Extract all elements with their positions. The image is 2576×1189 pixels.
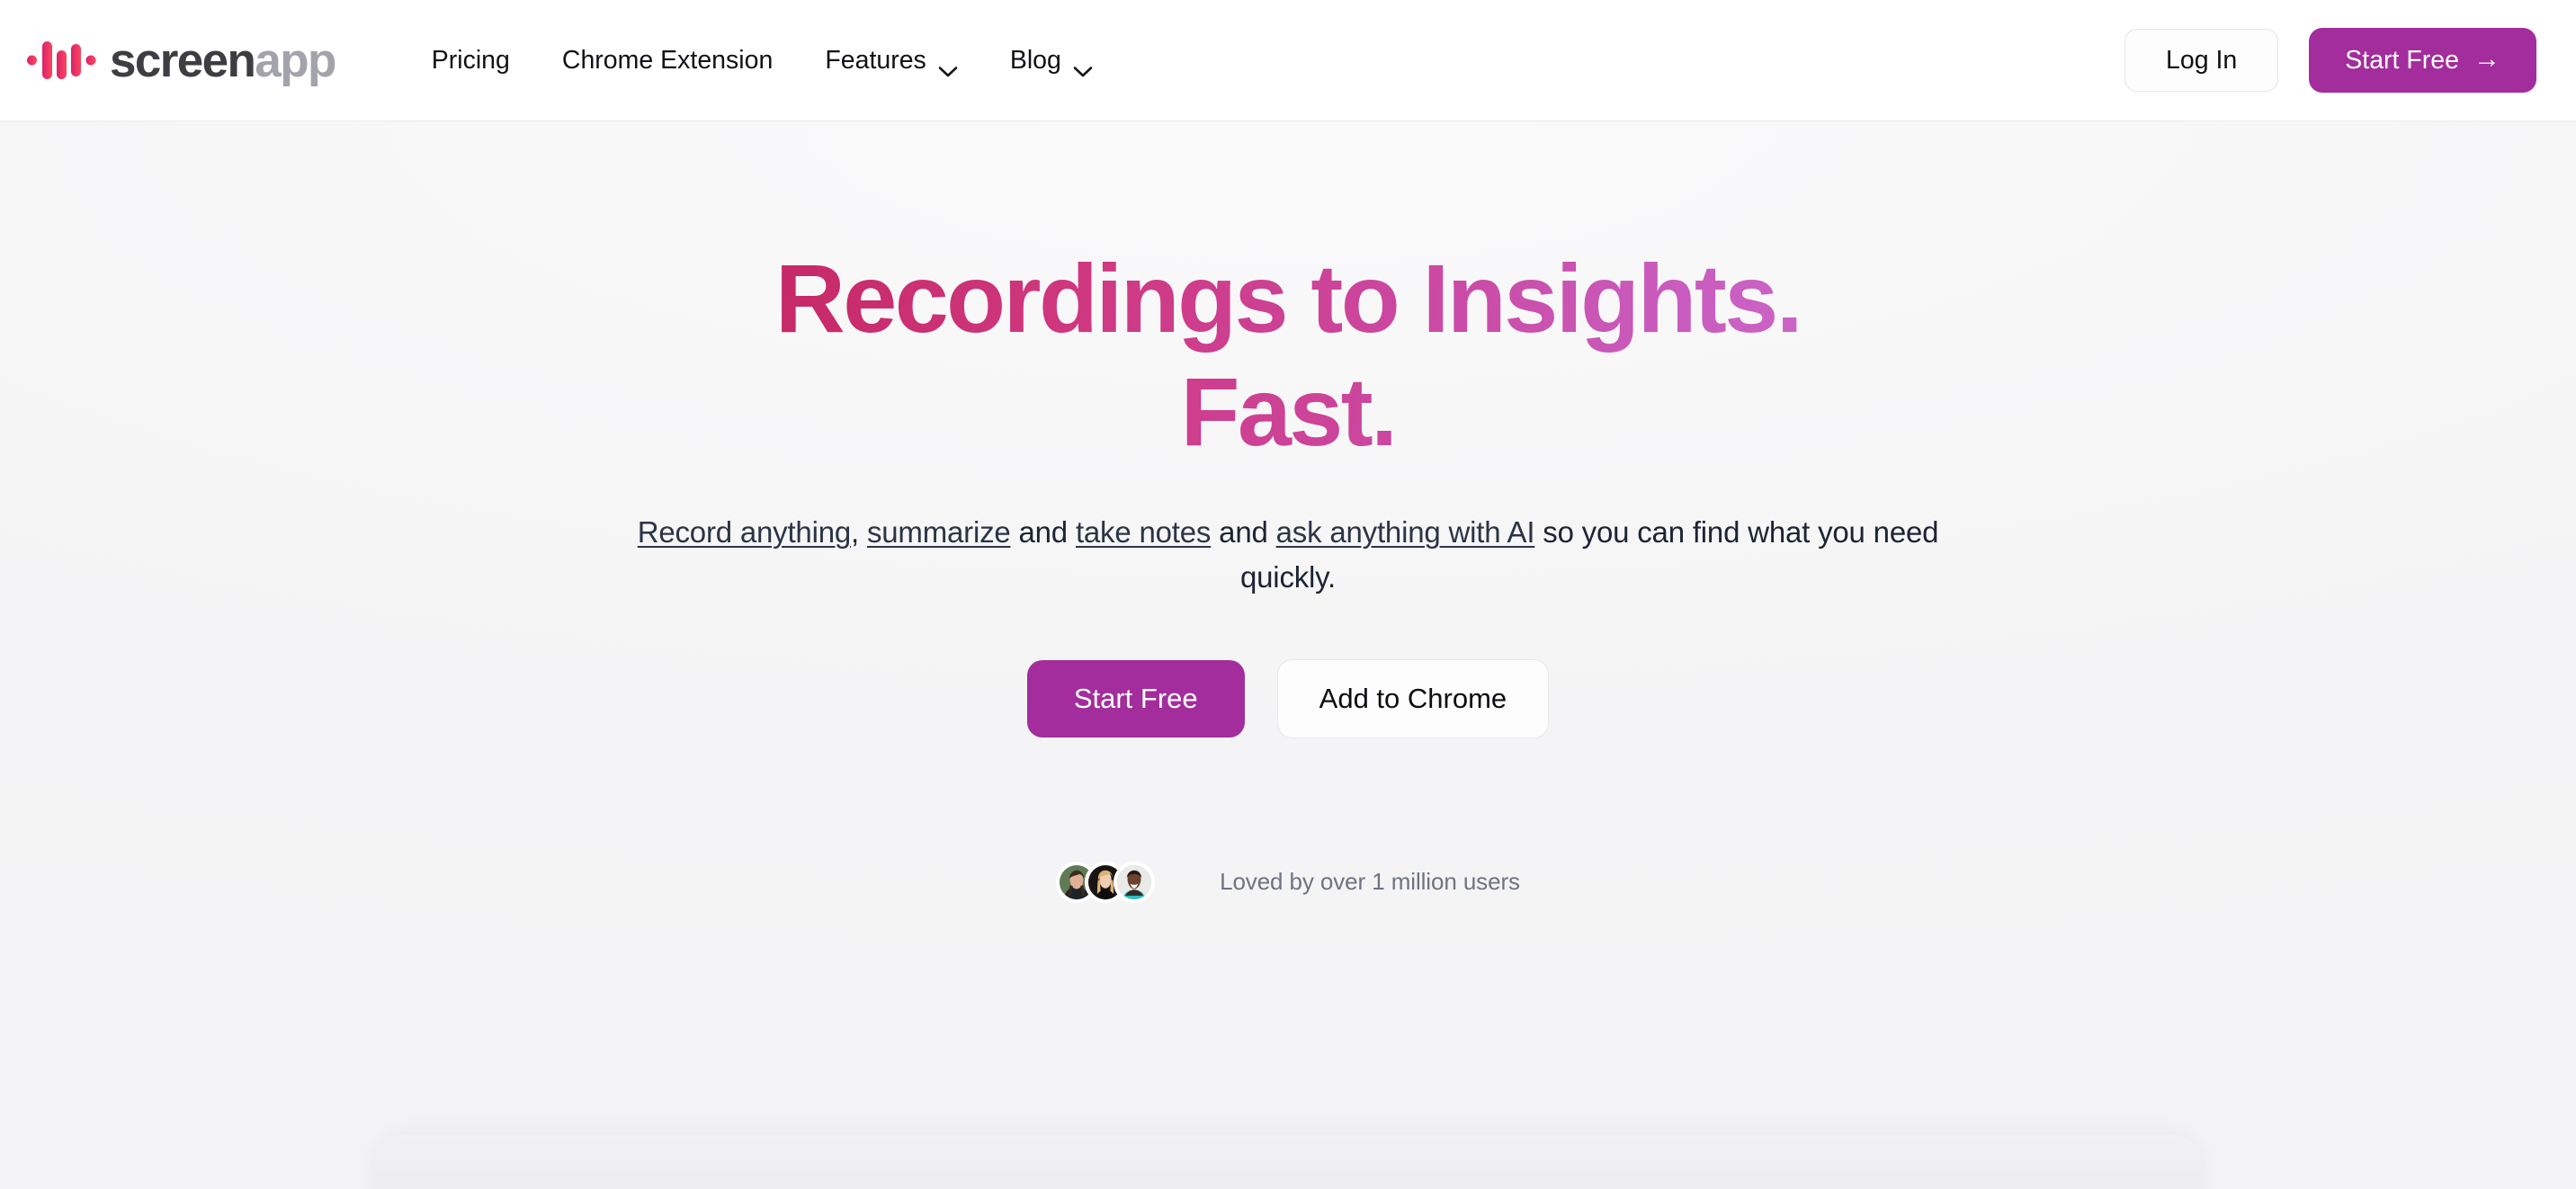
subhead-text: and — [1010, 514, 1076, 549]
primary-nav: Pricing Chrome Extension Features Blog — [406, 35, 1119, 86]
demo-preview-card[interactable] — [374, 1135, 2202, 1189]
nav-item-features[interactable]: Features — [799, 35, 983, 86]
nav-item-label: Features — [825, 45, 926, 75]
start-free-label: Start Free — [2345, 45, 2459, 75]
link-record-anything[interactable]: Record anything — [638, 515, 852, 549]
nav-item-label: Chrome Extension — [561, 45, 774, 75]
brand-logo-link[interactable]: screenapp — [27, 33, 336, 87]
link-take-notes[interactable]: take notes — [1076, 515, 1211, 549]
avatar — [1114, 861, 1156, 903]
hero-cta-row: Start Free Add to Chrome — [0, 659, 2576, 738]
page-title: Recordings to Insights. Fast. — [613, 242, 1963, 469]
hero-section: Recordings to Insights. Fast. Record any… — [0, 121, 2576, 1189]
brand-name-secondary: app — [255, 33, 336, 87]
brand-wordmark: screenapp — [110, 33, 336, 87]
link-summarize[interactable]: summarize — [867, 515, 1011, 549]
hero-subheading: Record anything, summarize and take note… — [595, 510, 1981, 600]
chevron-down-icon — [938, 55, 958, 76]
nav-item-chrome-extension[interactable]: Chrome Extension — [536, 35, 799, 86]
subhead-text: and — [1211, 514, 1276, 549]
start-free-button-header[interactable]: Start Free → — [2309, 27, 2536, 94]
link-ask-anything-with-ai[interactable]: ask anything with AI — [1276, 515, 1535, 549]
log-in-button[interactable]: Log In — [2124, 28, 2279, 93]
nav-item-pricing[interactable]: Pricing — [406, 35, 536, 86]
nav-item-label: Pricing — [431, 45, 510, 75]
subhead-text: , — [851, 514, 867, 549]
header-actions: Log In Start Free → — [2124, 27, 2536, 94]
start-free-button-hero[interactable]: Start Free — [1026, 660, 1245, 738]
site-header: screenapp Pricing Chrome Extension Featu… — [0, 0, 2576, 121]
waveform-icon — [27, 37, 97, 84]
social-proof-text: Loved by over 1 million users — [1220, 868, 1520, 896]
brand-name-primary: screen — [110, 33, 256, 87]
nav-item-blog[interactable]: Blog — [984, 35, 1119, 86]
avatar-stack — [1056, 861, 1156, 903]
social-proof: Loved by over 1 million users — [0, 861, 2576, 903]
headline-line-1: Recordings to Insights. — [774, 244, 1802, 353]
chevron-down-icon — [1073, 55, 1093, 76]
arrow-right-icon: → — [2473, 43, 2500, 74]
nav-item-label: Blog — [1009, 45, 1061, 75]
add-to-chrome-button[interactable]: Add to Chrome — [1276, 659, 1550, 738]
headline-line-2: Fast. — [1180, 357, 1396, 467]
